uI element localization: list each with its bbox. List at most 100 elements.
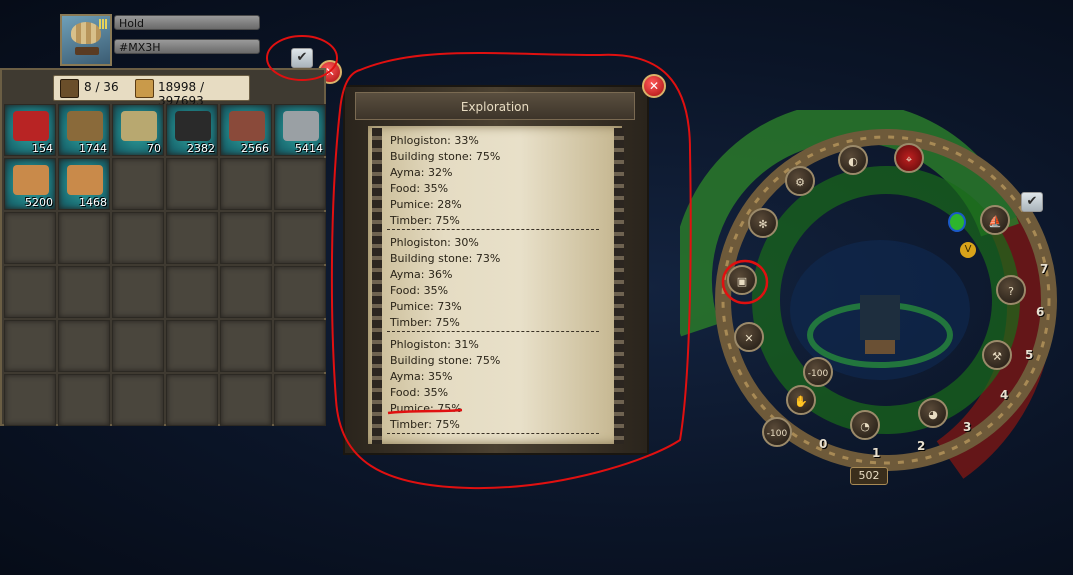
hold-slot-filled[interactable]: 1468 [58,158,110,210]
hold-slot-empty[interactable] [274,212,326,264]
hold-slot-empty[interactable] [166,374,218,426]
resource-line: Pumice: 28% [390,198,462,211]
hold-slot-empty[interactable] [166,158,218,210]
resource-line: Timber: 75% [390,214,460,227]
compass-button[interactable]: ◐ [838,145,868,175]
speed-down-button[interactable]: ◔ [850,410,880,440]
speed-counter: 502 [850,467,888,485]
timber-icon [67,165,103,195]
hold-slot-filled[interactable]: 2382 [166,104,218,156]
resource-line: Building stone: 75% [390,150,501,163]
hold-slot-empty[interactable] [4,374,56,426]
hold-slot-empty[interactable] [58,320,110,372]
meat-icon [13,111,49,141]
timber-icon [13,165,49,195]
help-button[interactable]: ? [996,275,1026,305]
hold-slot-empty[interactable] [220,266,272,318]
tick-label: 2 [917,439,926,453]
hold-slot-empty[interactable] [274,266,326,318]
repair-button[interactable]: ⚒ [982,340,1012,370]
hold-slot-filled[interactable]: 2566 [220,104,272,156]
cancel-button[interactable]: ✕ [734,322,764,352]
item-quantity: 5414 [295,142,323,155]
hold-grid: 154 1744 70 2382 2566 5414 5200 1468 [4,104,326,426]
resource-line: Ayma: 35% [390,370,453,383]
hold-slot-empty[interactable] [220,374,272,426]
hold-slot-empty[interactable] [274,158,326,210]
tick-label: 5 [1025,348,1034,362]
hold-slot-empty[interactable] [166,266,218,318]
resource-line: Food: 35% [390,284,449,297]
checkmark-icon[interactable]: ✔ [1021,192,1043,212]
minus-100-bottom-button[interactable]: -100 [762,417,792,447]
hold-slot-filled[interactable]: 1744 [58,104,110,156]
resource-line: Building stone: 73% [390,252,501,265]
checkmark-icon[interactable]: ✔ [291,48,313,68]
hold-slot-empty[interactable] [112,266,164,318]
tick-label: 1 [872,446,881,460]
item-quantity: 70 [147,142,161,155]
hold-slot-empty[interactable] [112,158,164,210]
hold-slot-empty[interactable] [220,212,272,264]
coal-icon [175,111,211,141]
resource-line: Pumice: 73% [390,300,462,313]
item-quantity: 2382 [187,142,215,155]
hold-slot-empty[interactable] [112,374,164,426]
resource-line: Ayma: 36% [390,268,453,281]
gear-icon[interactable]: ⚙ [785,166,815,196]
minus-100-button[interactable]: -100 [803,357,833,387]
hold-slot-empty[interactable] [274,320,326,372]
tick-label: 7 [1040,262,1049,276]
item-quantity: 5200 [25,196,53,209]
metal-icon [283,111,319,141]
block-separator [387,229,599,230]
exploration-result-block: Phlogiston: 31% Building stone: 75% Ayma: … [390,337,605,433]
tick-label: 4 [1000,388,1009,402]
hold-slot-empty[interactable] [58,212,110,264]
item-quantity: 154 [32,142,53,155]
hold-slot-empty[interactable] [166,320,218,372]
ship-button[interactable]: ⛵ [980,205,1010,235]
hold-slot-empty[interactable] [4,320,56,372]
chevron-down-icon[interactable]: V [960,242,976,258]
resource-line: Phlogiston: 33% [390,134,479,147]
hold-slot-filled[interactable]: 5200 [4,158,56,210]
hold-slot-filled[interactable]: 154 [4,104,56,156]
hold-slot-empty[interactable] [274,374,326,426]
hold-slot-filled[interactable]: 70 [112,104,164,156]
crate-icon [135,79,154,98]
resource-line: Pumice: 75% [390,402,462,415]
hold-slot-empty[interactable] [112,212,164,264]
ore-icon [121,111,157,141]
tick-label: 0 [819,437,828,451]
resource-line: Phlogiston: 30% [390,236,479,249]
hold-slot-empty[interactable] [4,212,56,264]
hold-slot-empty[interactable] [58,374,110,426]
block-separator [387,331,599,332]
tick-label: 6 [1036,305,1045,319]
hold-slot-empty[interactable] [112,320,164,372]
cargo-button[interactable]: ▣ [727,265,757,295]
hold-code: #MX3H [114,39,260,54]
hand-button[interactable]: ✋ [786,385,816,415]
resource-line: Timber: 75% [390,418,460,431]
item-quantity: 1744 [79,142,107,155]
tick-label: 3 [963,420,972,434]
ship-portrait[interactable] [60,14,112,66]
hold-slot-empty[interactable] [166,212,218,264]
slots-icon [60,79,79,98]
hold-slot-empty[interactable] [58,266,110,318]
exploration-result-block: Phlogiston: 33% Building stone: 75% Ayma: … [390,133,605,229]
shield-icon [948,212,966,232]
hold-slot-empty[interactable] [220,158,272,210]
speed-up-button[interactable]: ◕ [918,398,948,428]
resource-line: Building stone: 75% [390,354,501,367]
hold-slot-empty[interactable] [220,320,272,372]
resource-line: Food: 35% [390,386,449,399]
block-separator [387,433,599,434]
hold-slot-filled[interactable]: 5414 [274,104,326,156]
hold-slot-empty[interactable] [4,266,56,318]
target-button[interactable]: ⌖ [894,143,924,173]
close-icon[interactable]: ✕ [642,74,666,98]
crew-button[interactable]: ✻ [748,208,778,238]
